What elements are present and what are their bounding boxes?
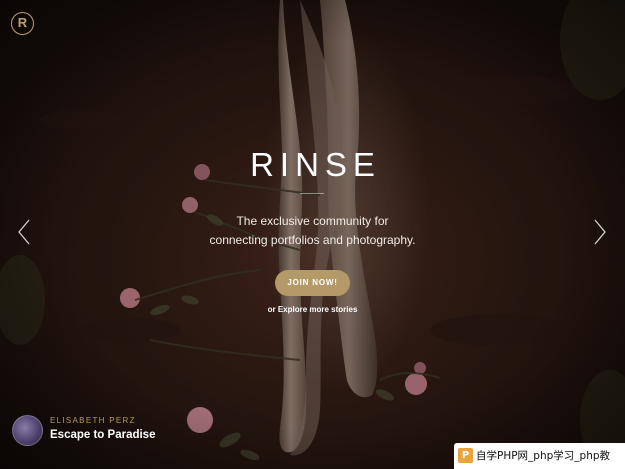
brand-divider [300,193,324,194]
story-title: Escape to Paradise [50,429,156,441]
rinse-logo[interactable]: R [11,12,34,35]
author-avatar [12,415,43,446]
tagline-line-1: The exclusive community for [236,214,389,228]
brand-title: RINSE [250,146,381,183]
watermark-logo-icon: P [458,448,473,463]
author-name: ELISABETH PERZ [50,416,136,425]
explore-stories-link[interactable]: or Explore more stories [0,304,625,316]
join-now-button[interactable]: JOIN NOW! [275,270,350,296]
hero-tagline: The exclusive community for connecting p… [0,212,625,250]
watermark-text: 自学PHP网_php学习_php教 [476,450,611,462]
tagline-line-2: connecting portfolios and photography. [209,233,416,247]
site-watermark: P 自学PHP网_php学习_php教 [454,443,625,469]
hero-section: R RINSE The exclusive community for conn… [0,0,625,469]
